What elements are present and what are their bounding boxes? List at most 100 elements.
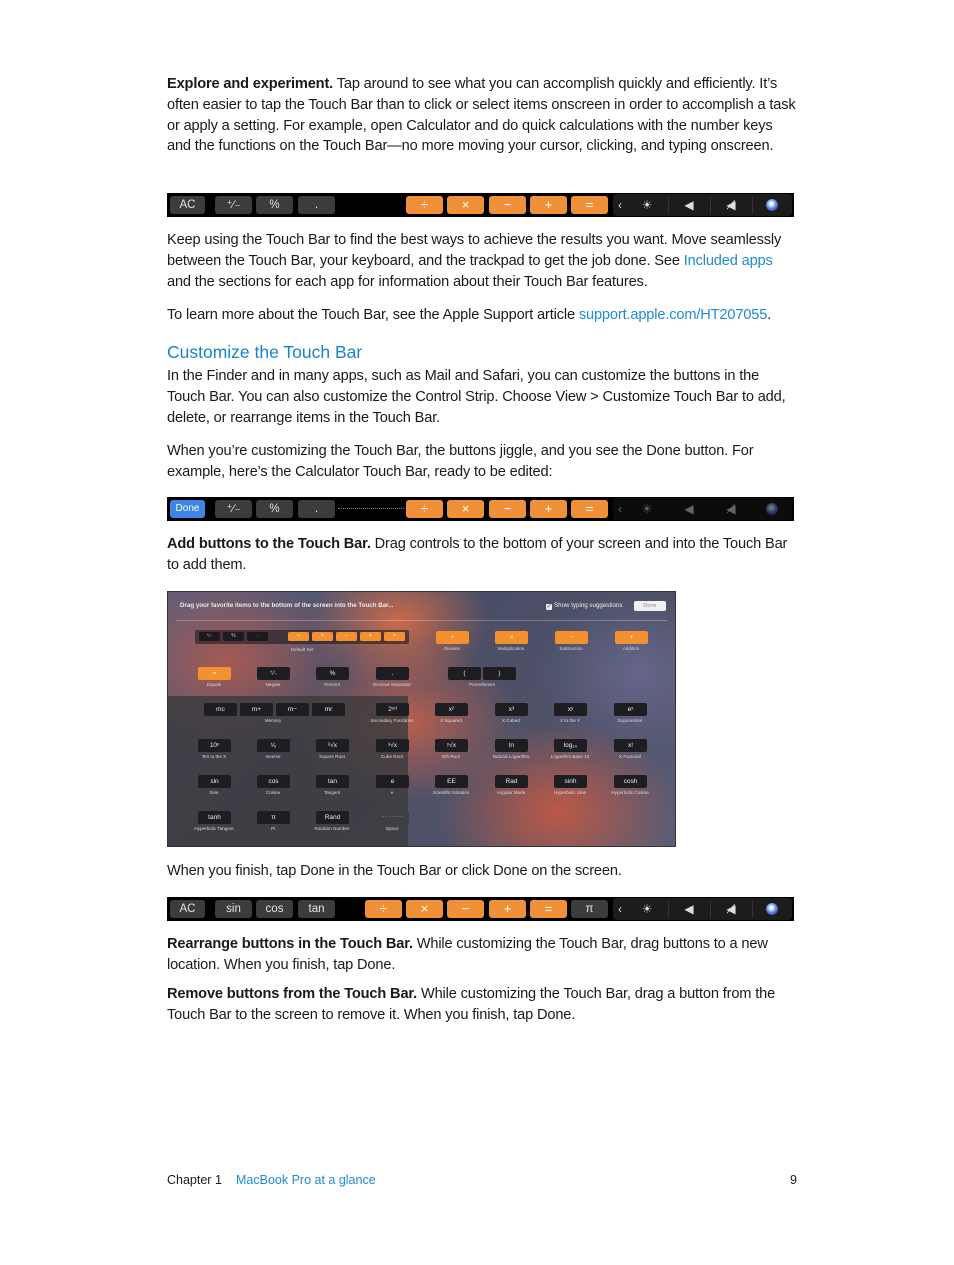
- footer-chapter-link[interactable]: MacBook Pro at a glance: [236, 1173, 376, 1187]
- item-x-factorial-key[interactable]: x!: [614, 739, 647, 752]
- control-strip-dimmed: ‹ ☀ ◀ ◀̸: [613, 498, 792, 520]
- touchbar-key-cos[interactable]: cos: [256, 900, 293, 918]
- touchbar-key-add[interactable]: +: [530, 196, 567, 214]
- mute-icon[interactable]: ◀̸: [711, 898, 751, 920]
- touchbar-key-divide[interactable]: ÷: [406, 196, 443, 214]
- item-hyperbolic-cosine-key[interactable]: cosh: [614, 775, 647, 788]
- touchbar-calculator: AC ⁺∕₋ % . ÷ × − + = ‹ ☀ ◀ ◀̸: [167, 193, 794, 217]
- siri-icon[interactable]: [753, 898, 791, 920]
- show-typing-suggestions-checkbox[interactable]: ✓ Show typing suggestions: [546, 602, 622, 610]
- touchbar-key-ac[interactable]: AC: [170, 900, 205, 918]
- touchbar-key-subtract[interactable]: −: [489, 500, 526, 518]
- item-paren-1-key[interactable]: ): [483, 667, 516, 680]
- item-cosine-key[interactable]: cos: [257, 775, 290, 788]
- touchbar-key-negate[interactable]: ⁺∕₋: [215, 500, 252, 518]
- intro-paragraph: Explore and experiment. Tap around to se…: [167, 76, 796, 155]
- item-percent-key[interactable]: %: [316, 667, 349, 680]
- item-natural-logarithm-key[interactable]: ln: [495, 739, 528, 752]
- touchbar-key-decimal[interactable]: .: [298, 500, 335, 518]
- item-scientific-notation-key[interactable]: EE: [435, 775, 468, 788]
- item-tangent-key[interactable]: tan: [316, 775, 349, 788]
- item-random-number-key[interactable]: Rand: [316, 811, 349, 824]
- item-addition-key[interactable]: +: [615, 631, 648, 644]
- item-memory-3-key[interactable]: mr: [312, 703, 345, 716]
- item-square-root-key[interactable]: ²√x: [316, 739, 349, 752]
- touchbar-key-divide[interactable]: ÷: [365, 900, 402, 918]
- item-cube-root-key[interactable]: ³√x: [376, 739, 409, 752]
- item-negate-key[interactable]: ⁺∕₋: [257, 667, 290, 680]
- item-paren-0-key[interactable]: (: [448, 667, 481, 680]
- touchbar-key-equals[interactable]: =: [530, 900, 567, 918]
- item-decimal-separator-label: Decimal Separator: [372, 682, 412, 687]
- item-equals-key[interactable]: =: [198, 667, 231, 680]
- touchbar-key-add[interactable]: +: [489, 900, 526, 918]
- touchbar-key-multiply[interactable]: ×: [447, 196, 484, 214]
- checkbox-icon: ✓: [546, 604, 552, 610]
- item-subtraction-key[interactable]: −: [555, 631, 588, 644]
- brightness-icon: ☀: [641, 502, 653, 516]
- touchbar-key-equals[interactable]: =: [571, 500, 608, 518]
- touchbar-key-multiply[interactable]: ×: [447, 500, 484, 518]
- footer-chapter: Chapter 1: [167, 1173, 222, 1187]
- touchbar-key-add[interactable]: +: [530, 500, 567, 518]
- siri-icon[interactable]: [753, 194, 791, 216]
- default-set-label: Default Set: [290, 647, 314, 652]
- paragraph-add-buttons: Add buttons to the Touch Bar. Drag contr…: [167, 536, 788, 573]
- item-angular-mode-key[interactable]: Rad: [495, 775, 528, 788]
- item-multiplication-key[interactable]: ×: [495, 631, 528, 644]
- touchbar-customized: AC sin cos tan ÷ × − + = π ‹ ☀ ◀ ◀̸: [167, 897, 794, 921]
- chevron-left-icon[interactable]: ‹: [615, 194, 625, 216]
- touchbar-key-negate[interactable]: ⁺∕₋: [215, 196, 252, 214]
- item-memory-1-key[interactable]: m+: [240, 703, 273, 716]
- run-in-heading: Remove buttons from the Touch Bar.: [167, 986, 418, 1002]
- support-article-link[interactable]: support.apple.com/HT207055: [579, 307, 768, 323]
- item-hyperbolic-sine-key[interactable]: sinh: [554, 775, 587, 788]
- mute-icon[interactable]: ◀̸: [711, 194, 751, 216]
- touchbar-key-percent[interactable]: %: [256, 500, 293, 518]
- item-e-key[interactable]: e: [376, 775, 409, 788]
- touchbar-key-equals[interactable]: =: [571, 196, 608, 214]
- item-secondary-functions-key[interactable]: 2ⁿᵈ: [376, 703, 409, 716]
- item-x-to-the-y-key[interactable]: xʸ: [554, 703, 587, 716]
- touchbar-key-multiply[interactable]: ×: [406, 900, 443, 918]
- touchbar-key-pi[interactable]: π: [571, 900, 608, 918]
- item-logarithm-base-10-key[interactable]: log₁₀: [554, 739, 587, 752]
- siri-icon: [753, 498, 791, 520]
- volume-icon[interactable]: ◀: [669, 194, 709, 216]
- chevron-left-icon[interactable]: ‹: [615, 898, 625, 920]
- item-x-squared-key[interactable]: x²: [435, 703, 468, 716]
- item-division-key[interactable]: ÷: [436, 631, 469, 644]
- default-set[interactable]: ⁺∕₋ % . ÷ × − + =: [195, 630, 409, 644]
- touchbar-key-tan[interactable]: tan: [298, 900, 335, 918]
- item-memory-2-key[interactable]: m−: [276, 703, 309, 716]
- touchbar-key-subtract[interactable]: −: [489, 196, 526, 214]
- run-in-heading: Add buttons to the Touch Bar.: [167, 536, 371, 552]
- item-x-cubed-key[interactable]: x³: [495, 703, 528, 716]
- item-hyperbolic-tangent-key[interactable]: tanh: [198, 811, 231, 824]
- touchbar-key-sin[interactable]: sin: [215, 900, 252, 918]
- item-exponential-key[interactable]: eˣ: [614, 703, 647, 716]
- touchbar-key-percent[interactable]: %: [256, 196, 293, 214]
- touchbar-key-subtract[interactable]: −: [447, 900, 484, 918]
- item-decimal-separator-key[interactable]: .: [376, 667, 409, 680]
- touchbar-key-ac[interactable]: AC: [170, 196, 205, 214]
- item-nth-root-key[interactable]: ʸ√x: [435, 739, 468, 752]
- item-pi-key[interactable]: π: [257, 811, 290, 824]
- brightness-icon[interactable]: ☀: [627, 194, 667, 216]
- panel-done-button[interactable]: Done: [634, 601, 666, 611]
- touchbar-editing: Done ⁺∕₋ % . ÷ × − + = ‹ ☀ ◀ ◀̸: [167, 497, 794, 521]
- item-space-key[interactable]: - - - - - - -: [376, 811, 409, 824]
- touchbar-done-button[interactable]: Done: [170, 500, 205, 518]
- volume-icon[interactable]: ◀: [669, 898, 709, 920]
- item-parentheses-label: Parentheses: [469, 682, 495, 687]
- item-memory-0-key[interactable]: mc: [204, 703, 237, 716]
- brightness-icon[interactable]: ☀: [627, 898, 667, 920]
- item-ten-to-the-x-key[interactable]: 10ˣ: [198, 739, 231, 752]
- touchbar-key-decimal[interactable]: .: [298, 196, 335, 214]
- item-inverse-key[interactable]: ¹∕ₓ: [257, 739, 290, 752]
- page-number: 9: [790, 1173, 797, 1187]
- touchbar-key-divide[interactable]: ÷: [406, 500, 443, 518]
- item-sine-key[interactable]: sin: [198, 775, 231, 788]
- control-strip: ‹ ☀ ◀ ◀̸: [613, 898, 792, 920]
- included-apps-link[interactable]: Included apps: [684, 253, 773, 269]
